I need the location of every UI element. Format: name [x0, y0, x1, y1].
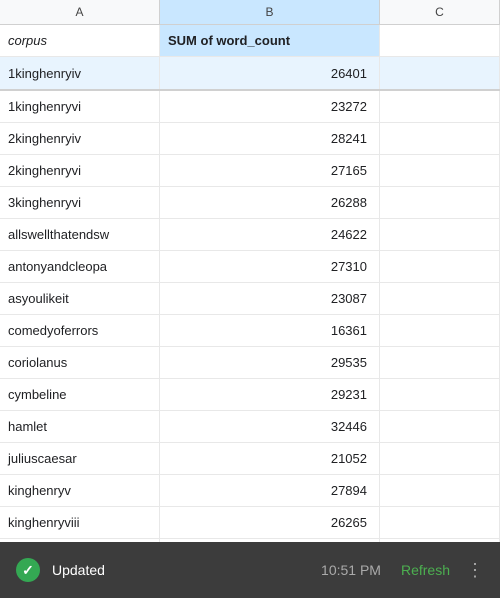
data-rows: 1kinghenryiv264011kinghenryvi232722kingh… — [0, 57, 500, 539]
row-corpus-cell: kinghenryv — [0, 475, 160, 506]
table-row: allswellthatendsw24622 — [0, 219, 500, 251]
row-c-cell — [380, 347, 500, 378]
row-wordcount-cell: 27165 — [160, 155, 380, 186]
row-wordcount-cell: 26265 — [160, 507, 380, 538]
row-c-cell — [380, 443, 500, 474]
table-row: coriolanus29535 — [0, 347, 500, 379]
table-row: antonyandcleopa27310 — [0, 251, 500, 283]
refresh-button[interactable]: Refresh — [401, 562, 450, 578]
row-corpus-cell: 1kinghenryiv — [0, 57, 160, 89]
row-wordcount-cell: 27310 — [160, 251, 380, 282]
more-options-button[interactable]: ⋮ — [466, 560, 484, 581]
row-wordcount-cell: 32446 — [160, 411, 380, 442]
toast-notification: Updated 10:51 PM Refresh ⋮ — [0, 542, 500, 598]
row-corpus-cell: 1kinghenryvi — [0, 91, 160, 122]
table-row: 3kinghenryvi26288 — [0, 187, 500, 219]
column-a-header: A — [0, 0, 160, 24]
header-c-cell — [380, 25, 500, 56]
row-wordcount-cell: 29231 — [160, 379, 380, 410]
row-c-cell — [380, 475, 500, 506]
row-c-cell — [380, 155, 500, 186]
toast-status: Updated — [52, 562, 313, 578]
header-wordcount-cell: SUM of word_count — [160, 25, 380, 56]
row-c-cell — [380, 251, 500, 282]
row-corpus-cell: 2kinghenryvi — [0, 155, 160, 186]
row-corpus-cell: kinghenryviii — [0, 507, 160, 538]
table-row: comedyoferrors16361 — [0, 315, 500, 347]
row-c-cell — [380, 507, 500, 538]
row-corpus-cell: antonyandcleopa — [0, 251, 160, 282]
row-corpus-cell: comedyoferrors — [0, 315, 160, 346]
toast-time: 10:51 PM — [321, 562, 381, 578]
row-corpus-cell: asyoulikeit — [0, 283, 160, 314]
row-wordcount-cell: 24622 — [160, 219, 380, 250]
row-wordcount-cell: 23087 — [160, 283, 380, 314]
row-wordcount-cell: 26288 — [160, 187, 380, 218]
table-row: cymbeline29231 — [0, 379, 500, 411]
table-row: asyoulikeit23087 — [0, 283, 500, 315]
row-corpus-cell: 3kinghenryvi — [0, 187, 160, 218]
table-row: 1kinghenryiv26401 — [0, 57, 500, 91]
header-corpus-cell: corpus — [0, 25, 160, 56]
row-corpus-cell: 2kinghenryiv — [0, 123, 160, 154]
row-c-cell — [380, 91, 500, 122]
row-corpus-cell: cymbeline — [0, 379, 160, 410]
row-c-cell — [380, 315, 500, 346]
row-c-cell — [380, 411, 500, 442]
row-c-cell — [380, 123, 500, 154]
column-b-header: B — [160, 0, 380, 24]
row-c-cell — [380, 187, 500, 218]
row-wordcount-cell: 29535 — [160, 347, 380, 378]
row-wordcount-cell: 26401 — [160, 57, 380, 89]
row-wordcount-cell: 23272 — [160, 91, 380, 122]
column-c-header: C — [380, 0, 500, 24]
row-wordcount-cell: 16361 — [160, 315, 380, 346]
row-corpus-cell: coriolanus — [0, 347, 160, 378]
row-c-cell — [380, 379, 500, 410]
table-row: 2kinghenryvi27165 — [0, 155, 500, 187]
row-c-cell — [380, 283, 500, 314]
row-corpus-cell: juliuscaesar — [0, 443, 160, 474]
table-row: 2kinghenryiv28241 — [0, 123, 500, 155]
row-wordcount-cell: 21052 — [160, 443, 380, 474]
row-wordcount-cell: 28241 — [160, 123, 380, 154]
column-headers: A B C — [0, 0, 500, 25]
table-row: hamlet32446 — [0, 411, 500, 443]
table-row: kinghenryviii26265 — [0, 507, 500, 539]
table-row: kinghenryv27894 — [0, 475, 500, 507]
row-corpus-cell: hamlet — [0, 411, 160, 442]
row-c-cell — [380, 57, 500, 89]
spreadsheet: A B C corpus SUM of word_count 1kinghenr… — [0, 0, 500, 598]
check-icon — [16, 558, 40, 582]
header-data-row: corpus SUM of word_count — [0, 25, 500, 57]
table-row: juliuscaesar21052 — [0, 443, 500, 475]
row-c-cell — [380, 219, 500, 250]
row-corpus-cell: allswellthatendsw — [0, 219, 160, 250]
table-row: 1kinghenryvi23272 — [0, 91, 500, 123]
row-wordcount-cell: 27894 — [160, 475, 380, 506]
